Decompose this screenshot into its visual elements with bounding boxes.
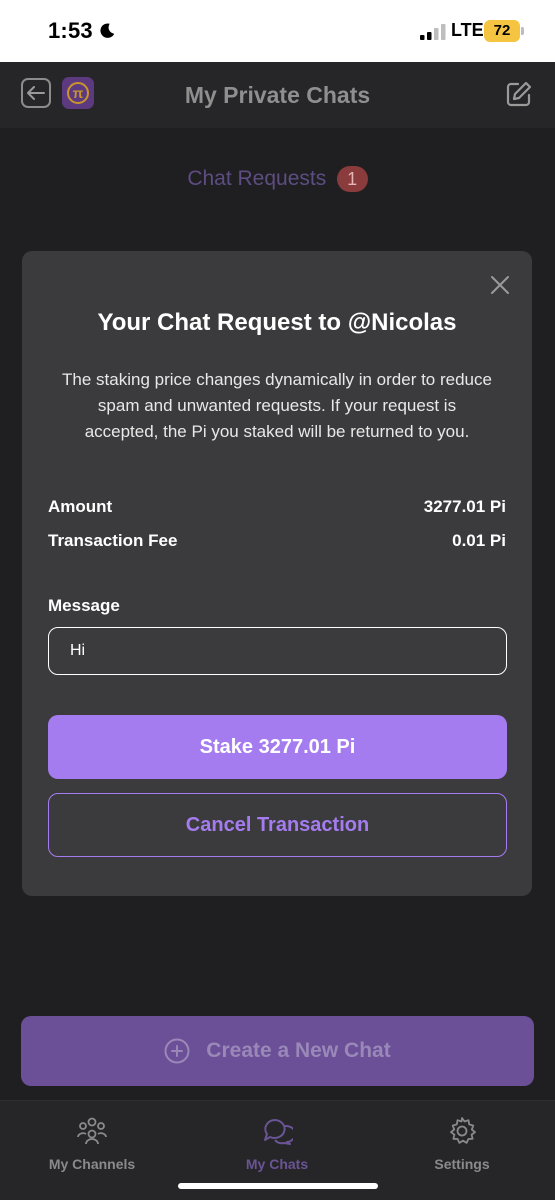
compose-icon[interactable] (505, 80, 533, 108)
amount-value: 3277.01 Pi (423, 497, 506, 516)
tab-settings[interactable]: Settings (382, 1115, 542, 1172)
status-time: 1:53 (48, 18, 93, 43)
modal-title: Your Chat Request to @Nicolas (97, 309, 457, 336)
create-new-chat-button[interactable]: Create a New Chat (21, 1016, 534, 1086)
chat-request-modal: Your Chat Request to @Nicolas The stakin… (22, 251, 532, 896)
chat-requests-label: Chat Requests (187, 167, 327, 190)
fee-value: 0.01 Pi (452, 531, 506, 550)
chats-icon (264, 1119, 293, 1145)
message-input[interactable] (48, 627, 507, 675)
stake-button[interactable]: Stake 3277.01 Pi (48, 715, 507, 779)
message-label: Message (48, 596, 120, 615)
tab-label: My Channels (48, 1156, 136, 1172)
network-label: LTE (451, 20, 484, 40)
fee-row: Transaction Fee 0.01 Pi (48, 531, 506, 551)
amount-row: Amount 3277.01 Pi (48, 497, 506, 517)
amount-label: Amount (48, 497, 113, 516)
modal-description: The staking price changes dynamically in… (62, 370, 492, 441)
home-indicator (178, 1183, 378, 1189)
fee-label: Transaction Fee (48, 531, 178, 550)
channels-icon (77, 1117, 107, 1145)
tab-label: My Chats (245, 1156, 309, 1172)
create-new-chat-label: Create a New Chat (206, 1039, 391, 1062)
signal-icon (420, 24, 446, 40)
cancel-transaction-button[interactable]: Cancel Transaction (48, 793, 507, 857)
plus-circle-icon (164, 1038, 190, 1064)
close-icon[interactable] (488, 273, 512, 297)
chat-requests-link[interactable]: Chat Requests 1 (0, 166, 555, 192)
gear-icon (450, 1117, 476, 1144)
battery-level: 72 (484, 20, 520, 42)
status-bar: 1:53 LTE 72 (0, 0, 555, 62)
battery-tip (521, 27, 524, 35)
chat-requests-badge: 1 (336, 166, 368, 192)
tab-label: Settings (434, 1156, 490, 1172)
tab-my-channels[interactable]: My Channels (12, 1115, 172, 1172)
moon-icon (100, 23, 115, 38)
page-title: My Private Chats (184, 82, 371, 108)
app-header: π My Private Chats (0, 62, 555, 128)
tab-my-chats[interactable]: My Chats (197, 1115, 357, 1172)
